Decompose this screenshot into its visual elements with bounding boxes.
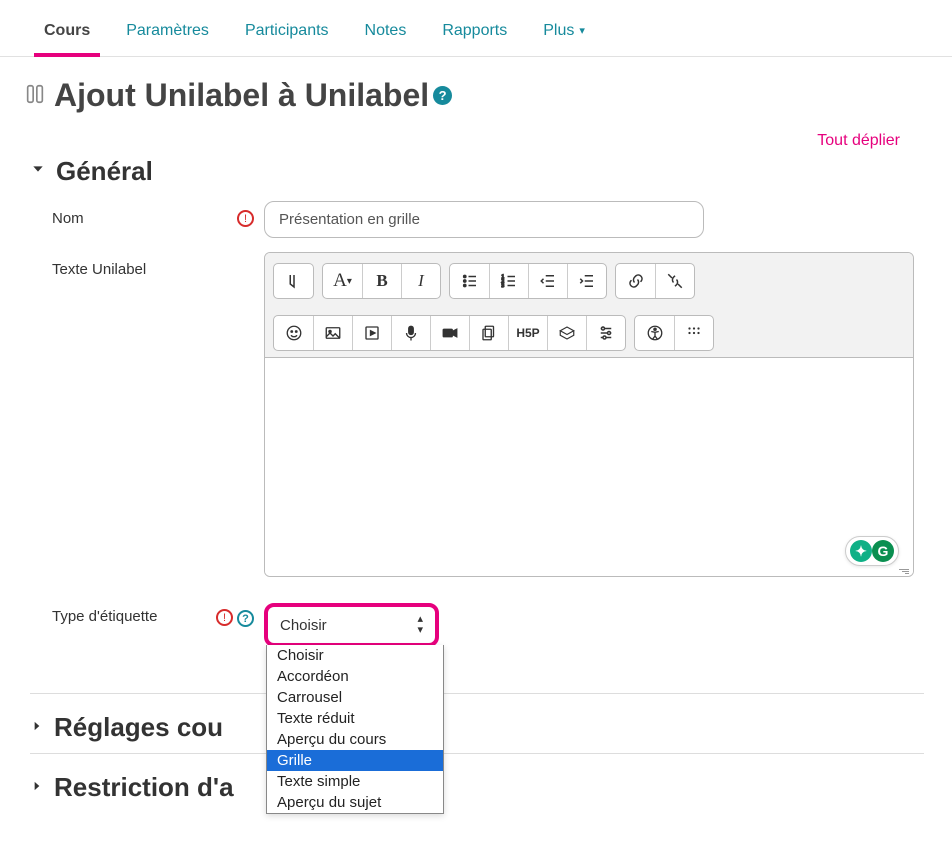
- section-general-title: Général: [56, 156, 153, 187]
- section-restrict-header[interactable]: Restriction d'a: [30, 753, 924, 803]
- unlink-button[interactable]: [655, 264, 694, 298]
- link-button[interactable]: [616, 264, 655, 298]
- label-type-select[interactable]: Choisir ▴▾: [264, 603, 439, 647]
- tab-cours[interactable]: Cours: [44, 12, 90, 56]
- media-button[interactable]: [352, 316, 391, 350]
- h5p-button[interactable]: H5P: [508, 316, 547, 350]
- chevron-right-icon: [30, 719, 44, 737]
- accessibility-button[interactable]: [635, 316, 674, 350]
- page-title-text: Ajout Unilabel à Unilabel: [54, 77, 429, 114]
- section-common-header[interactable]: Réglages cou: [30, 693, 924, 743]
- required-icon: !: [237, 209, 254, 227]
- chevron-right-icon: [30, 779, 44, 797]
- unilabel-text-label: Texte Unilabel: [52, 252, 212, 280]
- tab-plus[interactable]: Plus ▾: [543, 12, 585, 56]
- section-restrict-title: Restriction d'a: [54, 772, 234, 803]
- required-icon: !: [216, 608, 233, 626]
- label-type-label: Type d'étiquette: [52, 603, 212, 627]
- grid-button[interactable]: [674, 316, 713, 350]
- paragraph-style-button[interactable]: A▾: [323, 264, 362, 298]
- course-tabs: Cours Paramètres Participants Notes Rapp…: [0, 0, 952, 57]
- option-texte-reduit[interactable]: Texte réduit: [267, 708, 443, 729]
- option-apercu-cours[interactable]: Aperçu du cours: [267, 729, 443, 750]
- embed-button[interactable]: [547, 316, 586, 350]
- chevron-down-icon: ▾: [576, 25, 585, 37]
- indent-button[interactable]: [567, 264, 606, 298]
- files-button[interactable]: [469, 316, 508, 350]
- expand-all-link[interactable]: Tout déplier: [817, 132, 900, 149]
- editor-textarea[interactable]: ✦ G: [265, 358, 913, 576]
- svg-text:3: 3: [502, 283, 505, 289]
- resize-handle[interactable]: [891, 562, 911, 576]
- italic-button[interactable]: I: [401, 264, 440, 298]
- editor-toolbar: A▾ B I 123: [265, 253, 913, 358]
- select-arrows-icon: ▴▾: [417, 614, 423, 636]
- option-grille[interactable]: Grille: [267, 750, 443, 771]
- help-icon[interactable]: ?: [433, 86, 452, 105]
- section-common-title: Réglages cou: [54, 712, 223, 743]
- tab-plus-label: Plus: [543, 22, 574, 39]
- emoji-button[interactable]: [274, 316, 313, 350]
- module-icon: [24, 83, 46, 111]
- toolbar-toggle-icon[interactable]: [274, 264, 313, 298]
- name-input[interactable]: [264, 201, 704, 238]
- bold-button[interactable]: B: [362, 264, 401, 298]
- ulist-button[interactable]: [450, 264, 489, 298]
- microphone-button[interactable]: [391, 316, 430, 350]
- option-accordeon[interactable]: Accordéon: [267, 666, 443, 687]
- settings-button[interactable]: [586, 316, 625, 350]
- tab-participants[interactable]: Participants: [245, 12, 329, 56]
- name-label: Nom: [52, 201, 212, 229]
- outdent-button[interactable]: [528, 264, 567, 298]
- tab-notes[interactable]: Notes: [365, 12, 407, 56]
- tab-parametres[interactable]: Paramètres: [126, 12, 209, 56]
- tab-rapports[interactable]: Rapports: [442, 12, 507, 56]
- label-type-selected: Choisir: [280, 617, 327, 634]
- option-carrousel[interactable]: Carrousel: [267, 687, 443, 708]
- olist-button[interactable]: 123: [489, 264, 528, 298]
- help-icon[interactable]: ?: [237, 607, 254, 627]
- add-badge-icon[interactable]: ✦: [850, 540, 872, 562]
- grammarly-icon[interactable]: G: [872, 540, 894, 562]
- video-button[interactable]: [430, 316, 469, 350]
- chevron-down-icon: [30, 161, 46, 182]
- label-type-dropdown: Choisir Accordéon Carrousel Texte réduit…: [266, 645, 444, 814]
- page-title: Ajout Unilabel à Unilabel ?: [54, 77, 452, 114]
- option-apercu-sujet[interactable]: Aperçu du sujet: [267, 792, 443, 813]
- option-choisir[interactable]: Choisir: [267, 645, 443, 666]
- option-texte-simple[interactable]: Texte simple: [267, 771, 443, 792]
- section-general-header[interactable]: Général: [30, 156, 924, 187]
- rich-text-editor: A▾ B I 123: [264, 252, 914, 577]
- image-button[interactable]: [313, 316, 352, 350]
